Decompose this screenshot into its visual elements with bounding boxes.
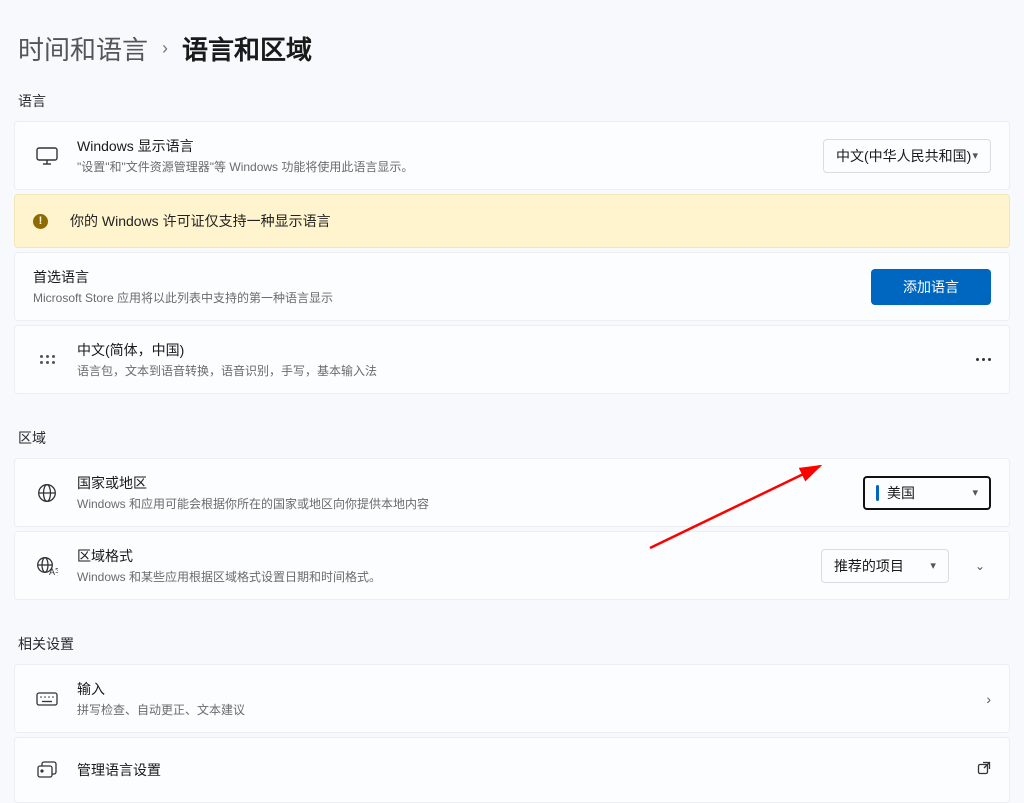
breadcrumb: 时间和语言 › 语言和区域 — [14, 30, 1010, 67]
chevron-down-icon: ▾ — [930, 559, 936, 572]
language-item-title: 中文(简体，中国) — [77, 340, 976, 360]
country-region-dropdown[interactable]: 美国 ▾ — [863, 476, 991, 510]
globe-text-icon: A字 — [33, 556, 61, 576]
section-heading-related: 相关设置 — [18, 634, 1010, 654]
breadcrumb-parent[interactable]: 时间和语言 — [18, 30, 148, 67]
region-format-sub: Windows 和某些应用根据区域格式设置日期和时间格式。 — [77, 568, 821, 585]
chevron-right-icon: › — [986, 691, 991, 707]
region-format-title: 区域格式 — [77, 546, 821, 566]
country-region-row: 国家或地区 Windows 和应用可能会根据你所在的国家或地区向你提供本地内容 … — [14, 458, 1010, 527]
country-region-value: 美国 — [887, 483, 972, 503]
admin-language-title: 管理语言设置 — [77, 760, 977, 780]
expand-chevron-icon[interactable]: ⌄ — [975, 559, 985, 573]
chevron-down-icon: ▾ — [972, 486, 978, 499]
country-region-title: 国家或地区 — [77, 473, 863, 493]
open-external-icon — [977, 761, 991, 780]
region-format-value: 推荐的项目 — [834, 556, 930, 576]
license-warning-banner: ! 你的 Windows 许可证仅支持一种显示语言 — [14, 194, 1010, 248]
region-format-dropdown[interactable]: 推荐的项目 ▾ — [821, 549, 949, 583]
admin-language-row[interactable]: 管理语言设置 — [14, 737, 1010, 803]
region-format-row: A字 区域格式 Windows 和某些应用根据区域格式设置日期和时间格式。 推荐… — [14, 531, 1010, 600]
globe-icon — [33, 483, 61, 503]
warning-icon: ! — [33, 214, 48, 229]
section-heading-language: 语言 — [18, 91, 1010, 111]
chevron-right-icon: › — [162, 38, 168, 59]
more-options-icon[interactable] — [976, 358, 991, 361]
country-region-sub: Windows 和应用可能会根据你所在的国家或地区向你提供本地内容 — [77, 495, 863, 512]
chevron-down-icon: ▾ — [972, 149, 978, 162]
display-language-sub: "设置"和"文件资源管理器"等 Windows 功能将使用此语言显示。 — [77, 158, 823, 175]
window-stack-icon — [33, 761, 61, 779]
section-heading-region: 区域 — [18, 428, 1010, 448]
preferred-language-row: 首选语言 Microsoft Store 应用将以此列表中支持的第一种语言显示 … — [14, 252, 1010, 321]
display-language-value: 中文(中华人民共和国) — [836, 146, 971, 166]
language-item-row[interactable]: 中文(简体，中国) 语言包，文本到语音转换，语音识别，手写，基本输入法 — [14, 325, 1010, 394]
input-settings-sub: 拼写检查、自动更正、文本建议 — [77, 701, 986, 718]
input-settings-row[interactable]: 输入 拼写检查、自动更正、文本建议 › — [14, 664, 1010, 733]
license-warning-text: 你的 Windows 许可证仅支持一种显示语言 — [70, 211, 331, 231]
preferred-language-title: 首选语言 — [33, 267, 871, 287]
language-item-sub: 语言包，文本到语音转换，语音识别，手写，基本输入法 — [77, 362, 976, 379]
focus-indicator — [876, 485, 879, 501]
input-settings-title: 输入 — [77, 679, 986, 699]
svg-text:A字: A字 — [49, 566, 58, 576]
drag-handle-icon[interactable] — [33, 355, 61, 364]
monitor-icon — [33, 147, 61, 165]
keyboard-icon — [33, 692, 61, 706]
add-language-button[interactable]: 添加语言 — [871, 269, 991, 305]
display-language-dropdown[interactable]: 中文(中华人民共和国) ▾ — [823, 139, 991, 173]
display-language-title: Windows 显示语言 — [77, 136, 823, 156]
breadcrumb-current: 语言和区域 — [182, 30, 312, 67]
display-language-row: Windows 显示语言 "设置"和"文件资源管理器"等 Windows 功能将… — [14, 121, 1010, 190]
preferred-language-sub: Microsoft Store 应用将以此列表中支持的第一种语言显示 — [33, 289, 871, 306]
